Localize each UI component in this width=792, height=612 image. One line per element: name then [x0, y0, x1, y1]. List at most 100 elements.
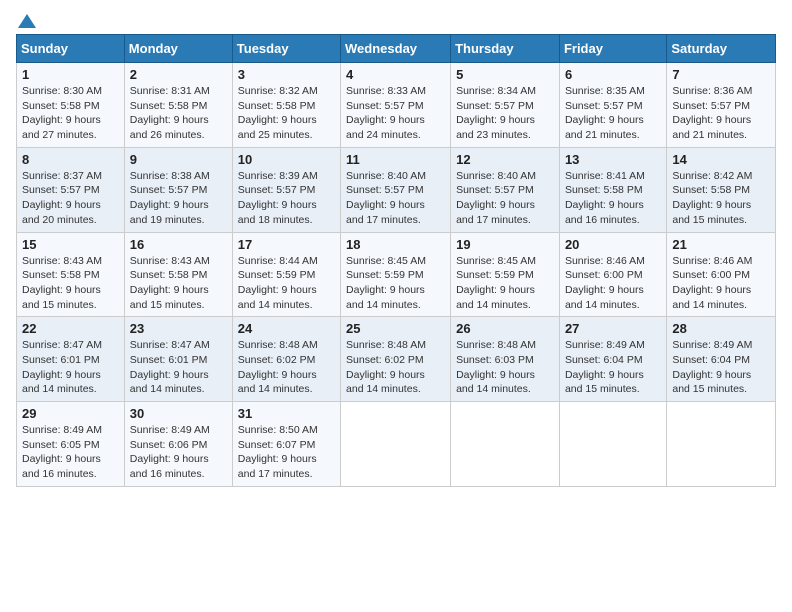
column-header-tuesday: Tuesday — [232, 35, 340, 63]
day-detail: Sunrise: 8:30 AMSunset: 5:58 PMDaylight:… — [22, 84, 119, 143]
day-detail: Sunrise: 8:32 AMSunset: 5:58 PMDaylight:… — [238, 84, 335, 143]
calendar-cell: 12 Sunrise: 8:40 AMSunset: 5:57 PMDayligh… — [451, 147, 560, 232]
day-detail: Sunrise: 8:45 AMSunset: 5:59 PMDaylight:… — [346, 254, 445, 313]
calendar-cell: 8 Sunrise: 8:37 AMSunset: 5:57 PMDaylight… — [17, 147, 125, 232]
day-detail: Sunrise: 8:49 AMSunset: 6:04 PMDaylight:… — [565, 338, 661, 397]
day-detail: Sunrise: 8:46 AMSunset: 6:00 PMDaylight:… — [672, 254, 770, 313]
day-detail: Sunrise: 8:39 AMSunset: 5:57 PMDaylight:… — [238, 169, 335, 228]
day-detail: Sunrise: 8:41 AMSunset: 5:58 PMDaylight:… — [565, 169, 661, 228]
calendar-cell: 10 Sunrise: 8:39 AMSunset: 5:57 PMDayligh… — [232, 147, 340, 232]
calendar-cell — [559, 402, 666, 487]
calendar-cell: 3 Sunrise: 8:32 AMSunset: 5:58 PMDaylight… — [232, 63, 340, 148]
day-detail: Sunrise: 8:43 AMSunset: 5:58 PMDaylight:… — [130, 254, 227, 313]
day-number: 31 — [238, 406, 335, 421]
day-number: 14 — [672, 152, 770, 167]
calendar-week-row: 29 Sunrise: 8:49 AMSunset: 6:05 PMDayligh… — [17, 402, 776, 487]
day-detail: Sunrise: 8:48 AMSunset: 6:02 PMDaylight:… — [238, 338, 335, 397]
calendar-cell: 18 Sunrise: 8:45 AMSunset: 5:59 PMDayligh… — [341, 232, 451, 317]
day-number: 10 — [238, 152, 335, 167]
day-detail: Sunrise: 8:46 AMSunset: 6:00 PMDaylight:… — [565, 254, 661, 313]
day-detail: Sunrise: 8:34 AMSunset: 5:57 PMDaylight:… — [456, 84, 554, 143]
day-number: 21 — [672, 237, 770, 252]
day-detail: Sunrise: 8:45 AMSunset: 5:59 PMDaylight:… — [456, 254, 554, 313]
calendar-week-row: 15 Sunrise: 8:43 AMSunset: 5:58 PMDayligh… — [17, 232, 776, 317]
calendar-cell: 22 Sunrise: 8:47 AMSunset: 6:01 PMDayligh… — [17, 317, 125, 402]
day-detail: Sunrise: 8:49 AMSunset: 6:04 PMDaylight:… — [672, 338, 770, 397]
day-number: 20 — [565, 237, 661, 252]
calendar-cell: 23 Sunrise: 8:47 AMSunset: 6:01 PMDayligh… — [124, 317, 232, 402]
calendar-cell: 17 Sunrise: 8:44 AMSunset: 5:59 PMDayligh… — [232, 232, 340, 317]
day-number: 3 — [238, 67, 335, 82]
calendar-cell: 31 Sunrise: 8:50 AMSunset: 6:07 PMDayligh… — [232, 402, 340, 487]
day-number: 24 — [238, 321, 335, 336]
day-number: 1 — [22, 67, 119, 82]
day-number: 16 — [130, 237, 227, 252]
day-number: 30 — [130, 406, 227, 421]
calendar-cell: 14 Sunrise: 8:42 AMSunset: 5:58 PMDayligh… — [667, 147, 776, 232]
day-number: 26 — [456, 321, 554, 336]
day-detail: Sunrise: 8:42 AMSunset: 5:58 PMDaylight:… — [672, 169, 770, 228]
day-detail: Sunrise: 8:37 AMSunset: 5:57 PMDaylight:… — [22, 169, 119, 228]
calendar-cell: 13Sunrise: 8:41 AMSunset: 5:58 PMDayligh… — [559, 147, 666, 232]
day-number: 8 — [22, 152, 119, 167]
logo-triangle-icon — [18, 12, 36, 30]
calendar-cell: 25 Sunrise: 8:48 AMSunset: 6:02 PMDayligh… — [341, 317, 451, 402]
day-number: 11 — [346, 152, 445, 167]
column-header-friday: Friday — [559, 35, 666, 63]
day-number: 18 — [346, 237, 445, 252]
calendar-cell: 28Sunrise: 8:49 AMSunset: 6:04 PMDayligh… — [667, 317, 776, 402]
day-number: 23 — [130, 321, 227, 336]
day-number: 27 — [565, 321, 661, 336]
calendar-cell: 9Sunrise: 8:38 AMSunset: 5:57 PMDaylight… — [124, 147, 232, 232]
calendar-cell: 15 Sunrise: 8:43 AMSunset: 5:58 PMDayligh… — [17, 232, 125, 317]
day-number: 22 — [22, 321, 119, 336]
column-header-sunday: Sunday — [17, 35, 125, 63]
day-detail: Sunrise: 8:49 AMSunset: 6:05 PMDaylight:… — [22, 423, 119, 482]
day-detail: Sunrise: 8:44 AMSunset: 5:59 PMDaylight:… — [238, 254, 335, 313]
day-detail: Sunrise: 8:48 AMSunset: 6:03 PMDaylight:… — [456, 338, 554, 397]
day-detail: Sunrise: 8:50 AMSunset: 6:07 PMDaylight:… — [238, 423, 335, 482]
calendar-cell: 27 Sunrise: 8:49 AMSunset: 6:04 PMDayligh… — [559, 317, 666, 402]
day-detail: Sunrise: 8:47 AMSunset: 6:01 PMDaylight:… — [22, 338, 119, 397]
day-number: 19 — [456, 237, 554, 252]
calendar-cell: 30 Sunrise: 8:49 AMSunset: 6:06 PMDayligh… — [124, 402, 232, 487]
calendar-cell — [451, 402, 560, 487]
day-number: 25 — [346, 321, 445, 336]
day-detail: Sunrise: 8:35 AMSunset: 5:57 PMDaylight:… — [565, 84, 661, 143]
day-number: 5 — [456, 67, 554, 82]
day-number: 17 — [238, 237, 335, 252]
day-number: 6 — [565, 67, 661, 82]
column-header-saturday: Saturday — [667, 35, 776, 63]
day-number: 2 — [130, 67, 227, 82]
day-number: 9 — [130, 152, 227, 167]
calendar-cell — [341, 402, 451, 487]
calendar-cell: 16 Sunrise: 8:43 AMSunset: 5:58 PMDayligh… — [124, 232, 232, 317]
calendar-week-row: 1 Sunrise: 8:30 AMSunset: 5:58 PMDaylight… — [17, 63, 776, 148]
day-detail: Sunrise: 8:40 AMSunset: 5:57 PMDaylight:… — [456, 169, 554, 228]
calendar-cell: 5 Sunrise: 8:34 AMSunset: 5:57 PMDaylight… — [451, 63, 560, 148]
calendar-cell: 20 Sunrise: 8:46 AMSunset: 6:00 PMDayligh… — [559, 232, 666, 317]
day-number: 29 — [22, 406, 119, 421]
day-detail: Sunrise: 8:36 AMSunset: 5:57 PMDaylight:… — [672, 84, 770, 143]
column-header-wednesday: Wednesday — [341, 35, 451, 63]
column-header-thursday: Thursday — [451, 35, 560, 63]
day-detail: Sunrise: 8:47 AMSunset: 6:01 PMDaylight:… — [130, 338, 227, 397]
calendar-week-row: 8 Sunrise: 8:37 AMSunset: 5:57 PMDaylight… — [17, 147, 776, 232]
header — [16, 16, 776, 30]
calendar-table: SundayMondayTuesdayWednesdayThursdayFrid… — [16, 34, 776, 487]
logo — [16, 16, 36, 30]
calendar-cell: 26 Sunrise: 8:48 AMSunset: 6:03 PMDayligh… — [451, 317, 560, 402]
calendar-cell: 2 Sunrise: 8:31 AMSunset: 5:58 PMDaylight… — [124, 63, 232, 148]
calendar-cell: 6 Sunrise: 8:35 AMSunset: 5:57 PMDaylight… — [559, 63, 666, 148]
day-detail: Sunrise: 8:43 AMSunset: 5:58 PMDaylight:… — [22, 254, 119, 313]
day-number: 7 — [672, 67, 770, 82]
day-detail: Sunrise: 8:31 AMSunset: 5:58 PMDaylight:… — [130, 84, 227, 143]
column-header-monday: Monday — [124, 35, 232, 63]
calendar-cell: 29 Sunrise: 8:49 AMSunset: 6:05 PMDayligh… — [17, 402, 125, 487]
day-detail: Sunrise: 8:48 AMSunset: 6:02 PMDaylight:… — [346, 338, 445, 397]
day-number: 12 — [456, 152, 554, 167]
day-number: 15 — [22, 237, 119, 252]
calendar-week-row: 22 Sunrise: 8:47 AMSunset: 6:01 PMDayligh… — [17, 317, 776, 402]
calendar-cell: 7 Sunrise: 8:36 AMSunset: 5:57 PMDaylight… — [667, 63, 776, 148]
day-detail: Sunrise: 8:49 AMSunset: 6:06 PMDaylight:… — [130, 423, 227, 482]
